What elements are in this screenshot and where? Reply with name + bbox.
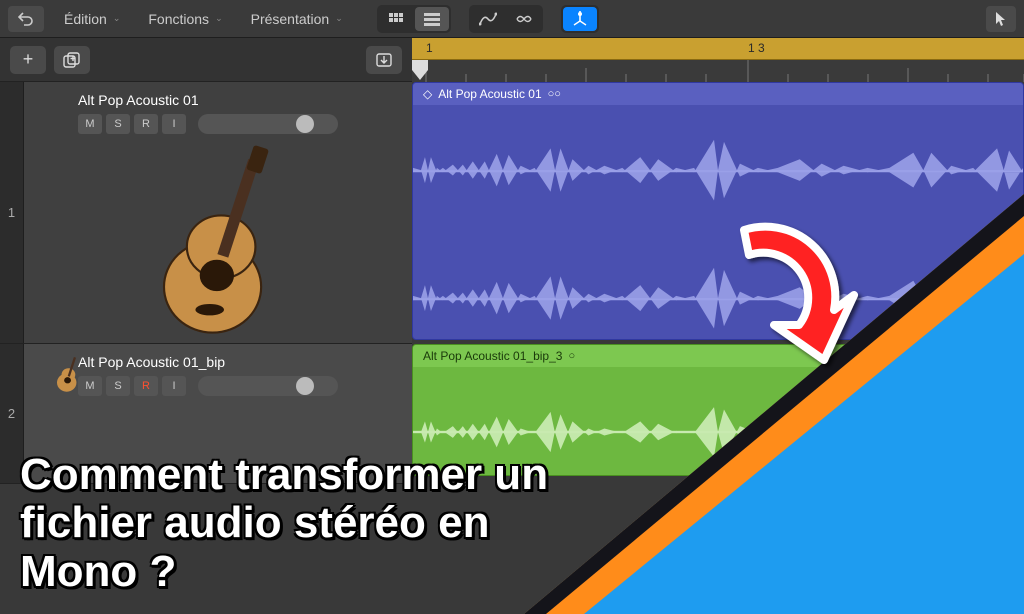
volume-slider-1[interactable]	[198, 114, 338, 134]
track-controls-1: M S R I	[78, 114, 402, 134]
menu-fonctions-label: Fonctions	[148, 11, 209, 27]
menu-edition-label: Édition	[64, 11, 107, 27]
slider-thumb[interactable]	[296, 377, 314, 395]
record-enable-button[interactable]: R	[134, 376, 158, 396]
import-button[interactable]	[366, 46, 402, 74]
solo-button[interactable]: S	[106, 376, 130, 396]
ruler[interactable]: 1 1 3 2	[412, 38, 1024, 82]
menu-presentation-label: Présentation	[251, 11, 330, 27]
chevron-down-icon: ⌄	[335, 13, 343, 24]
track-header-1: Alt Pop Acoustic 01 M S R I	[24, 82, 412, 343]
input-monitor-button[interactable]: I	[162, 376, 186, 396]
track-controls-2: M S R I	[78, 376, 402, 396]
list-icon	[424, 12, 440, 26]
playhead-marker[interactable]	[412, 60, 428, 82]
playhead-icon	[571, 11, 589, 27]
tool-group-2	[561, 5, 599, 33]
add-track-button[interactable]: +	[10, 46, 46, 74]
curve-icon	[479, 12, 497, 26]
tool-group-1	[469, 5, 543, 33]
catch-playhead-button[interactable]	[563, 7, 597, 31]
mono-indicator-icon: ○	[568, 350, 575, 362]
track-name-1: Alt Pop Acoustic 01	[78, 92, 402, 108]
guitar-icon	[144, 144, 304, 344]
undo-button[interactable]	[8, 6, 44, 32]
chevron-down-icon: ⌄	[113, 13, 121, 24]
guitar-icon-small	[54, 354, 84, 394]
input-monitor-button[interactable]: I	[162, 114, 186, 134]
flex-icon	[515, 12, 533, 26]
region-expand-icon: ◇	[423, 87, 432, 101]
menu-edition[interactable]: Édition ⌄	[52, 7, 136, 31]
duplicate-track-button[interactable]	[54, 46, 90, 74]
ruler-ticks-svg	[412, 60, 1024, 82]
flex-button[interactable]	[507, 7, 541, 31]
main-toolbar: Édition ⌄ Fonctions ⌄ Présentation ⌄	[0, 0, 1024, 38]
mute-button[interactable]: M	[78, 114, 102, 134]
grid-icon	[388, 12, 404, 26]
list-view-button[interactable]	[415, 7, 449, 31]
region-header-stereo: ◇ Alt Pop Acoustic 01 ○○	[413, 83, 1023, 105]
pointer-tool-button[interactable]	[986, 6, 1016, 32]
slider-thumb[interactable]	[296, 115, 314, 133]
stereo-indicator-icon: ○○	[548, 88, 561, 100]
thumbnail-title-text: Comment transformer un fichier audio sté…	[20, 451, 548, 596]
pointer-icon	[995, 11, 1007, 27]
download-icon	[375, 52, 393, 68]
menu-presentation[interactable]: Présentation ⌄	[239, 7, 359, 31]
ruler-mark: 1	[426, 41, 433, 55]
undo-icon	[18, 12, 34, 26]
track-row-1[interactable]: 1 Alt Pop Acoustic 01 M S R I	[0, 82, 412, 344]
ruler-mark: 1 3	[748, 41, 765, 55]
menu-fonctions[interactable]: Fonctions ⌄	[136, 7, 238, 31]
track-number-1: 1	[0, 82, 24, 343]
automation-curve-button[interactable]	[471, 7, 505, 31]
volume-slider-2[interactable]	[198, 376, 338, 396]
duplicate-icon	[63, 52, 81, 68]
region-name-mono: Alt Pop Acoustic 01_bip_3	[423, 349, 562, 363]
view-mode-group	[377, 5, 451, 33]
menu-group: Édition ⌄ Fonctions ⌄ Présentation ⌄	[52, 7, 359, 31]
solo-button[interactable]: S	[106, 114, 130, 134]
ruler-cycle-area[interactable]: 1 1 3 2	[412, 38, 1024, 60]
grid-view-button[interactable]	[379, 7, 413, 31]
record-enable-button[interactable]: R	[134, 114, 158, 134]
arrow-graphic	[704, 200, 904, 380]
region-name-stereo: Alt Pop Acoustic 01	[438, 87, 541, 101]
track-panel-header: +	[0, 38, 412, 82]
ruler-ticks[interactable]	[412, 60, 1024, 82]
track-name-2: Alt Pop Acoustic 01_bip	[78, 354, 402, 370]
chevron-down-icon: ⌄	[215, 13, 223, 24]
